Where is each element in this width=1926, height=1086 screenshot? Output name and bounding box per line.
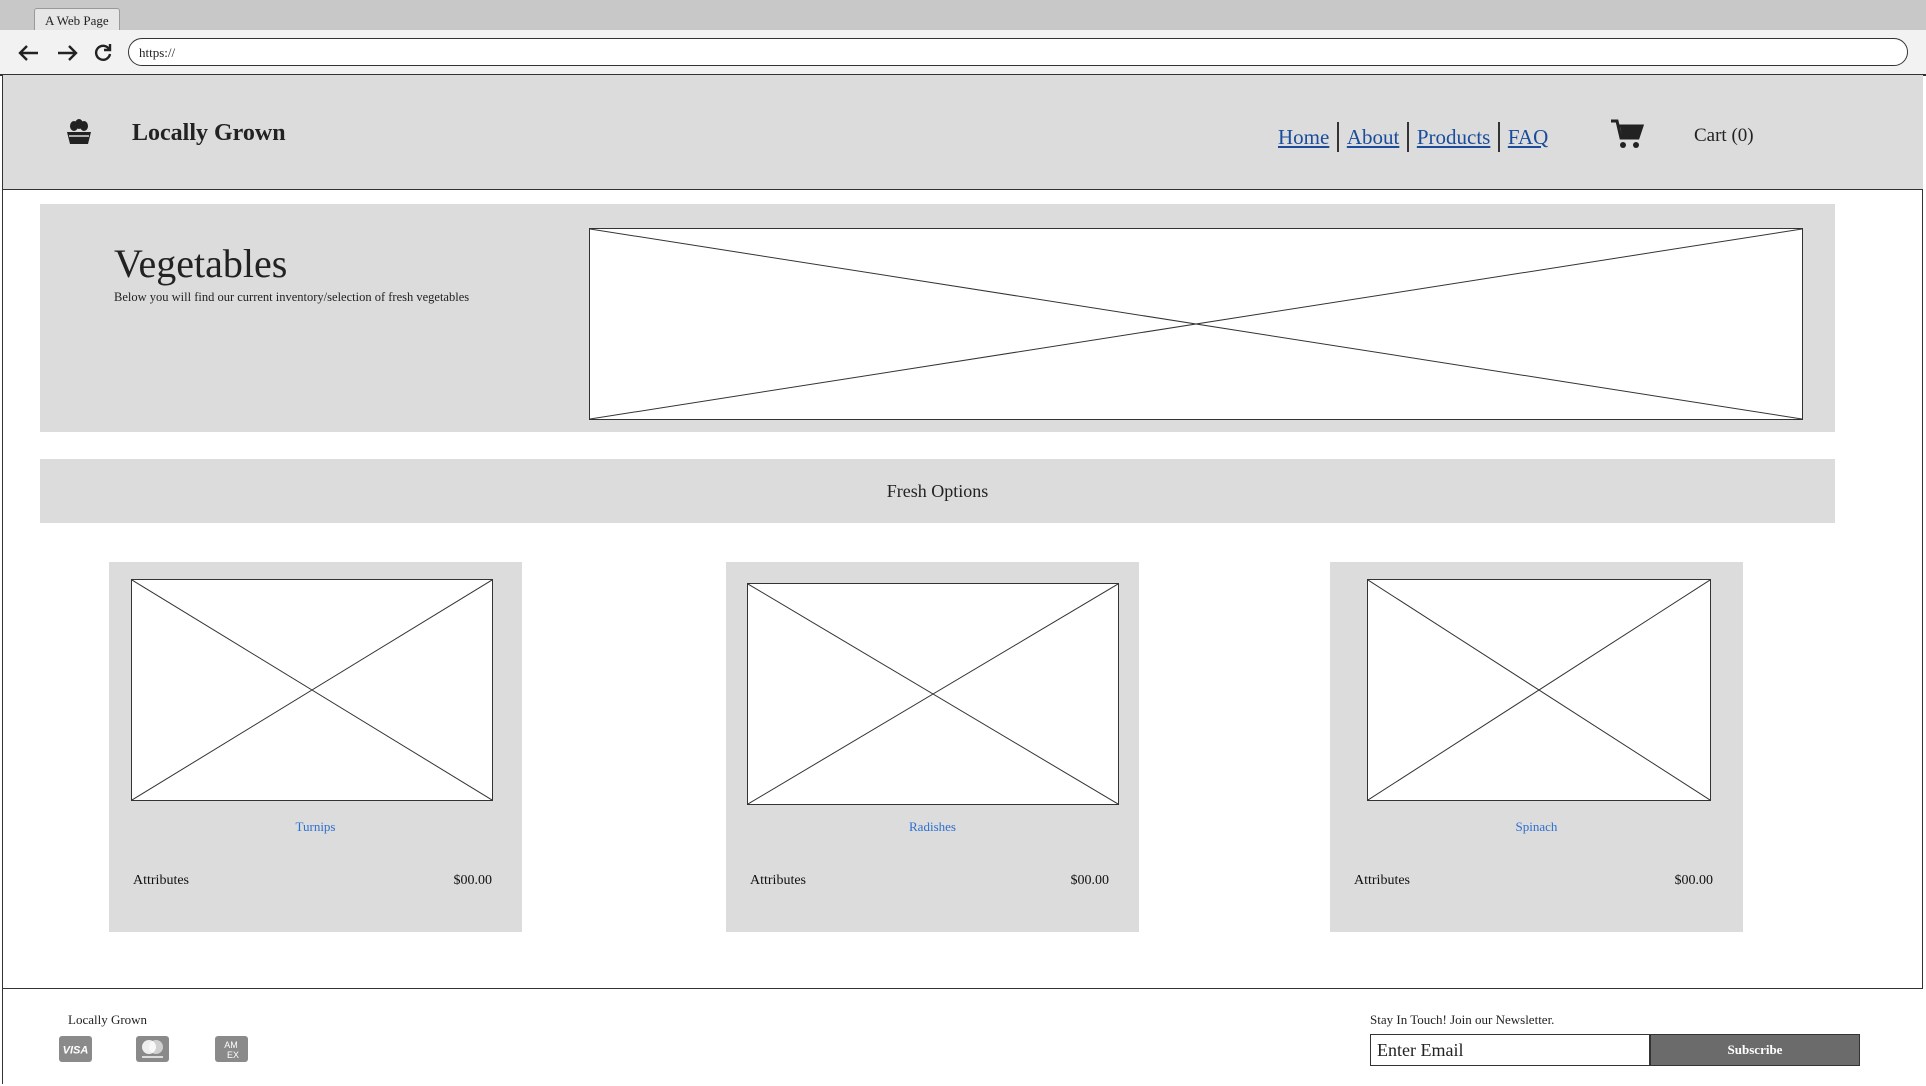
svg-text:AM: AM [224,1040,238,1050]
visa-icon: VISA [59,1036,92,1062]
footer-brand: Locally Grown [68,1012,148,1027]
product-name-link[interactable]: Radishes [726,819,1139,835]
address-bar[interactable]: https:// [128,38,1908,66]
address-bar-text: https:// [139,45,176,60]
forward-arrow-icon[interactable] [54,40,80,66]
nav-link-products[interactable]: Products [1409,125,1499,150]
hero-image-placeholder [589,228,1803,420]
product-card[interactable]: Radishes Attributes $00.00 [726,562,1139,932]
product-attributes: Attributes [750,873,806,888]
back-arrow-icon[interactable] [16,40,42,66]
brand-name[interactable]: Locally Grown [132,120,286,147]
product-image-placeholder[interactable] [1367,579,1711,801]
nav-link-about[interactable]: About [1339,125,1408,150]
svg-text:VISA: VISA [63,1045,89,1057]
reload-icon[interactable] [90,40,116,66]
product-name-link[interactable]: Turnips [109,819,522,835]
product-card[interactable]: Turnips Attributes $00.00 [109,562,522,932]
cart-count[interactable]: Cart (0) [1694,125,1754,147]
nav-link-faq[interactable]: FAQ [1500,125,1556,150]
page-title: Vegetables [114,241,288,286]
mastercard-icon [136,1036,169,1062]
product-image-placeholder[interactable] [747,583,1119,805]
amex-icon: AM EX [215,1036,248,1062]
product-price: $00.00 [1070,873,1110,888]
browser-tab-strip [0,0,1926,31]
product-price: $00.00 [453,873,493,888]
nav-link-home[interactable]: Home [1270,125,1337,150]
newsletter-label: Stay In Touch! Join our Newsletter. [1370,1012,1555,1027]
product-card[interactable]: Spinach Attributes $00.00 [1330,562,1743,932]
svg-text:EX: EX [227,1050,239,1060]
product-name-link[interactable]: Spinach [1330,819,1743,835]
product-price: $00.00 [1674,873,1714,888]
shopping-cart-icon[interactable] [1610,118,1645,150]
page-subtitle: Below you will find our current inventor… [114,290,470,304]
main-nav: Home About Products FAQ [1270,122,1556,152]
section-title: Fresh Options [886,481,989,501]
email-field[interactable] [1370,1034,1650,1066]
subscribe-button[interactable]: Subscribe [1650,1034,1860,1066]
basket-logo-icon[interactable] [64,118,94,148]
product-attributes: Attributes [133,873,189,888]
product-image-placeholder[interactable] [131,579,493,801]
product-attributes: Attributes [1354,873,1410,888]
